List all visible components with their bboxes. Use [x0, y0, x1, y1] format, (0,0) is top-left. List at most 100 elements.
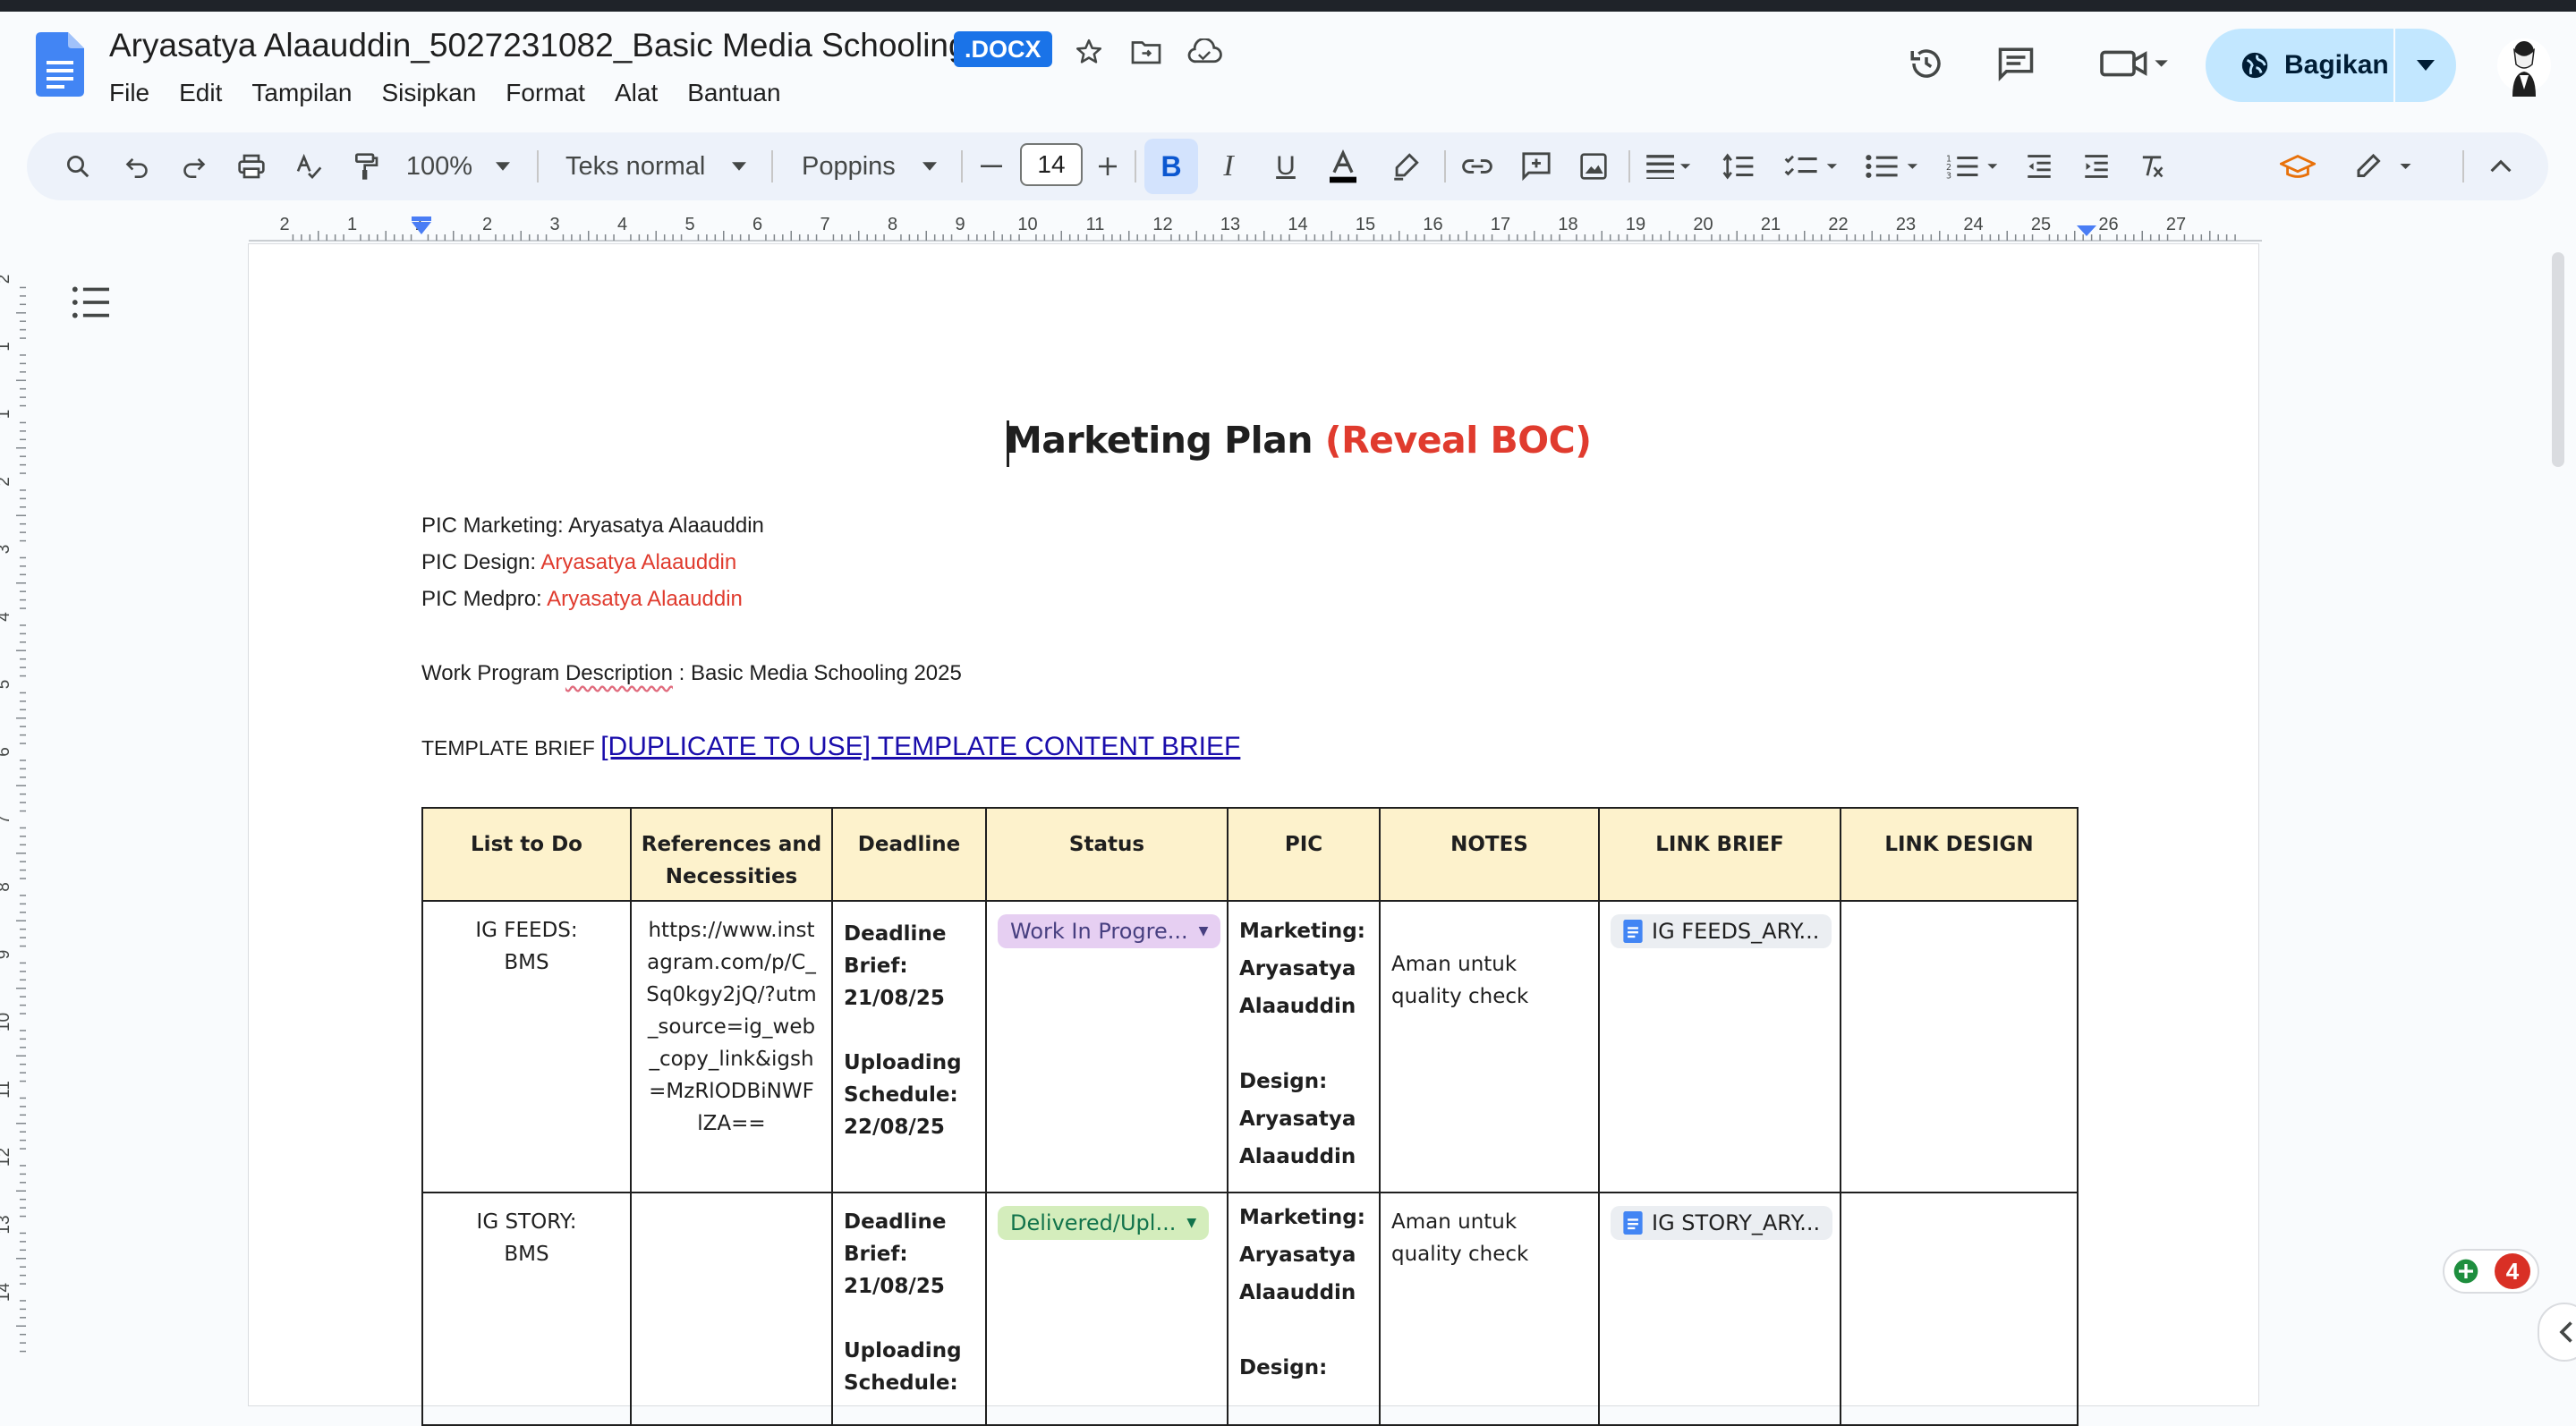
checklist-dropdown-icon[interactable]	[1779, 132, 1845, 200]
font-family-dropdown[interactable]: Poppins	[787, 132, 948, 200]
task-cell[interactable]: IG FEEDS: BMS	[421, 900, 632, 1193]
link-design-cell[interactable]	[1840, 900, 2079, 1193]
star-icon[interactable]	[1068, 31, 1109, 72]
share-main-button[interactable]: Bagikan	[2206, 29, 2393, 102]
vertical-ruler[interactable]: 211234567891011121314	[0, 242, 27, 1381]
pic-marketing-value: Aryasatya Alaauddin	[568, 514, 764, 538]
italic-icon[interactable]: I	[1204, 132, 1253, 200]
table-header-cell[interactable]: LINK DESIGN	[1840, 807, 2079, 902]
menu-view[interactable]: Tampilan	[251, 79, 352, 107]
globe-icon	[2241, 52, 2268, 79]
toolbar-divider	[2462, 150, 2464, 182]
gemini-suggestions-button[interactable]: 4	[2443, 1249, 2539, 1294]
horizontal-ruler[interactable]: 2112345678910111213141516171819202122232…	[249, 211, 2262, 242]
deadline-cell[interactable]: Deadline Brief: 21/08/25 Uploading Sched…	[831, 1192, 987, 1426]
document-title[interactable]: Aryasatya Alaauddin_5027231082_Basic Med…	[109, 27, 967, 64]
decrease-indent-icon[interactable]	[2017, 132, 2062, 200]
pic-marketing-role: Marketing:	[1239, 1206, 1365, 1229]
cloud-saved-icon[interactable]	[1184, 31, 1225, 72]
table-header-cell[interactable]: List to Do	[421, 807, 632, 902]
search-menus-icon[interactable]	[55, 132, 100, 200]
work-program-line[interactable]: Work Program Description : Basic Media S…	[421, 661, 962, 686]
menu-help[interactable]: Bantuan	[687, 79, 780, 107]
table-header-cell[interactable]: References and Necessities	[630, 807, 833, 902]
notes-cell[interactable]: Aman untuk quality check	[1379, 1192, 1600, 1426]
paragraph-style-dropdown[interactable]: Teks normal	[555, 132, 752, 200]
user-avatar[interactable]	[2496, 34, 2552, 97]
pic-medpro-line[interactable]: PIC Medpro: Aryasatya Alaauddin	[421, 587, 743, 612]
paint-format-icon[interactable]	[344, 132, 388, 200]
first-line-indent-marker[interactable]	[412, 216, 431, 221]
vertical-scrollbar[interactable]	[2552, 252, 2564, 467]
suggestion-count-badge: 4	[2495, 1253, 2530, 1289]
menu-format[interactable]: Format	[506, 79, 585, 107]
reference-cell[interactable]: https://www.instagram.com/p/C_Sq0kgy2jQ/…	[630, 900, 833, 1193]
underline-icon[interactable]: U	[1262, 132, 1310, 200]
link-design-cell[interactable]	[1840, 1192, 2079, 1426]
pic-marketing-line[interactable]: PIC Marketing: Aryasatya Alaauddin	[421, 514, 764, 539]
spellcheck-icon[interactable]	[286, 132, 331, 200]
text-color-icon[interactable]	[1319, 132, 1367, 200]
pic-design-line[interactable]: PIC Design: Aryasatya Alaauddin	[421, 550, 736, 575]
table-header-cell[interactable]: LINK BRIEF	[1598, 807, 1841, 902]
table-header-cell[interactable]: NOTES	[1379, 807, 1600, 902]
increase-font-size-icon[interactable]	[1090, 132, 1126, 200]
status-cell: Delivered/Upl... ▼	[985, 1192, 1228, 1426]
insert-image-icon[interactable]	[1569, 132, 1618, 200]
ruler-tick-label: 13	[0, 1215, 13, 1234]
share-dropdown-icon[interactable]	[2395, 60, 2456, 71]
clear-formatting-icon[interactable]	[2130, 132, 2174, 200]
bold-icon[interactable]: B	[1147, 132, 1195, 200]
notes-cell[interactable]: Aman untuk quality check	[1379, 900, 1600, 1193]
highlight-color-icon[interactable]	[1382, 132, 1430, 200]
undo-icon[interactable]	[115, 132, 159, 200]
redo-icon[interactable]	[172, 132, 217, 200]
increase-indent-icon[interactable]	[2074, 132, 2119, 200]
status-dropdown-chip[interactable]: Work In Progre... ▼	[998, 914, 1221, 948]
status-dropdown-chip[interactable]: Delivered/Upl... ▼	[998, 1206, 1210, 1240]
brief-file-chip[interactable]: IG STORY_ARY...	[1611, 1206, 1833, 1240]
editing-mode-dropdown-icon[interactable]	[2350, 132, 2421, 200]
numbered-list-dropdown-icon[interactable]: 123	[1940, 132, 2006, 200]
decrease-font-size-icon[interactable]	[973, 132, 1009, 200]
template-brief-link[interactable]: [DUPLICATE TO USE] TEMPLATE CONTENT BRIE…	[600, 732, 1240, 761]
table-header-cell[interactable]: PIC	[1227, 807, 1381, 902]
document-heading[interactable]: Marketing Plan (Reveal BOC)	[1006, 419, 1592, 462]
insert-link-icon[interactable]	[1453, 132, 1501, 200]
gemini-edu-icon[interactable]	[2273, 132, 2323, 200]
ruler-tick-label: 23	[1896, 215, 1916, 234]
hide-menus-chevron-up-icon[interactable]	[2478, 132, 2523, 200]
ruler-tick-label: 18	[1558, 215, 1577, 234]
zoom-dropdown[interactable]: 100%	[404, 132, 512, 200]
pic-cell[interactable]: Marketing: Aryasatya Alaauddin Design:	[1227, 1192, 1381, 1426]
ruler-tick-label: 3	[549, 215, 559, 234]
comments-icon[interactable]	[1995, 43, 2036, 84]
work-program-misspelled-word[interactable]: Description	[565, 661, 673, 685]
menu-insert[interactable]: Sisipkan	[381, 79, 476, 107]
reference-cell[interactable]	[630, 1192, 833, 1426]
align-dropdown-icon[interactable]	[1639, 132, 1696, 200]
share-button[interactable]: Bagikan	[2206, 29, 2456, 102]
table-header-cell[interactable]: Deadline	[831, 807, 987, 902]
line-spacing-icon[interactable]	[1716, 132, 1761, 200]
brief-file-chip[interactable]: IG FEEDS_ARY...	[1611, 914, 1832, 948]
menu-tools[interactable]: Alat	[615, 79, 658, 107]
bulleted-list-dropdown-icon[interactable]	[1859, 132, 1926, 200]
font-size-input[interactable]: 14	[1020, 143, 1083, 186]
table-header-cell[interactable]: Status	[985, 807, 1228, 902]
google-docs-logo-icon[interactable]	[36, 32, 84, 97]
ruler-tick-label: 27	[2166, 215, 2186, 234]
document-outline-icon[interactable]	[72, 284, 111, 320]
version-history-icon[interactable]	[1906, 43, 1947, 84]
move-folder-icon[interactable]	[1126, 31, 1167, 72]
toolbar-divider	[1135, 150, 1136, 182]
pic-cell[interactable]: Marketing: Aryasatya Alaauddin Design: A…	[1227, 900, 1381, 1193]
menu-file[interactable]: File	[109, 79, 149, 107]
add-comment-icon[interactable]	[1512, 132, 1560, 200]
menu-edit[interactable]: Edit	[179, 79, 222, 107]
print-icon[interactable]	[229, 132, 274, 200]
meet-video-icon[interactable]	[2094, 43, 2174, 84]
task-cell[interactable]: IG STORY: BMS	[421, 1192, 632, 1426]
ruler-tick-label: 19	[1626, 215, 1645, 234]
deadline-cell[interactable]: Deadline Brief: 21/08/25 Uploading Sched…	[831, 900, 987, 1193]
